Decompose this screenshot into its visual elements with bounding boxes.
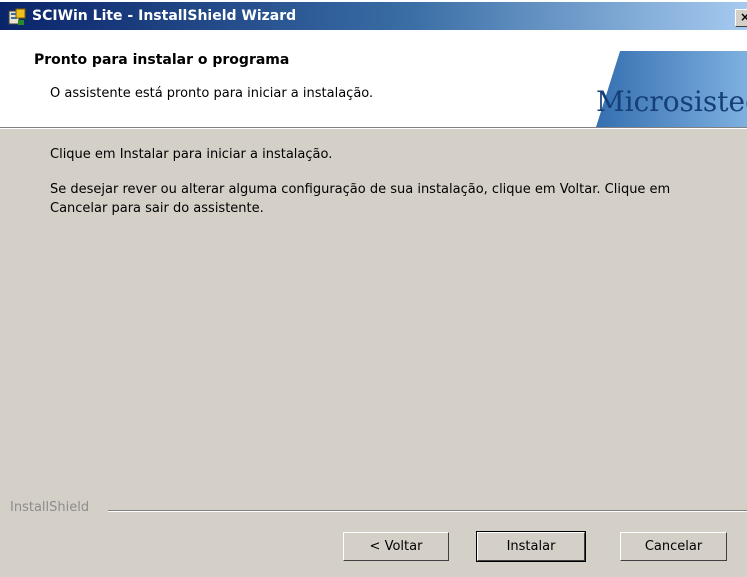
install-button[interactable]: Instalar: [477, 532, 585, 561]
page-title: Pronto para instalar o programa: [34, 52, 290, 68]
instruction-text: Clique em Instalar para iniciar a instal…: [50, 147, 333, 162]
installshield-brand-label: InstallShield: [10, 500, 94, 515]
logo-text: Microsisted: [596, 85, 747, 118]
installer-window: SCIWin Lite - InstallShield Wizard × Pro…: [0, 0, 747, 577]
close-button[interactable]: ×: [735, 9, 747, 27]
help-text: Se desejar rever ou alterar alguma confi…: [50, 182, 671, 216]
footer-divider-highlight: [108, 511, 747, 512]
title-bar[interactable]: SCIWin Lite - InstallShield Wizard ×: [0, 0, 747, 39]
installer-app-icon: [8, 8, 26, 25]
microsisted-logo: Microsisted: [582, 39, 747, 127]
back-button[interactable]: < Voltar: [343, 532, 449, 561]
header-divider-highlight: [0, 128, 747, 129]
page-subtitle: O assistente está pronto para iniciar a …: [50, 86, 374, 101]
window-title: SCIWin Lite - InstallShield Wizard: [32, 8, 297, 24]
cancel-button[interactable]: Cancelar: [620, 532, 727, 561]
header-banner: Pronto para instalar o programa O assist…: [0, 39, 747, 127]
